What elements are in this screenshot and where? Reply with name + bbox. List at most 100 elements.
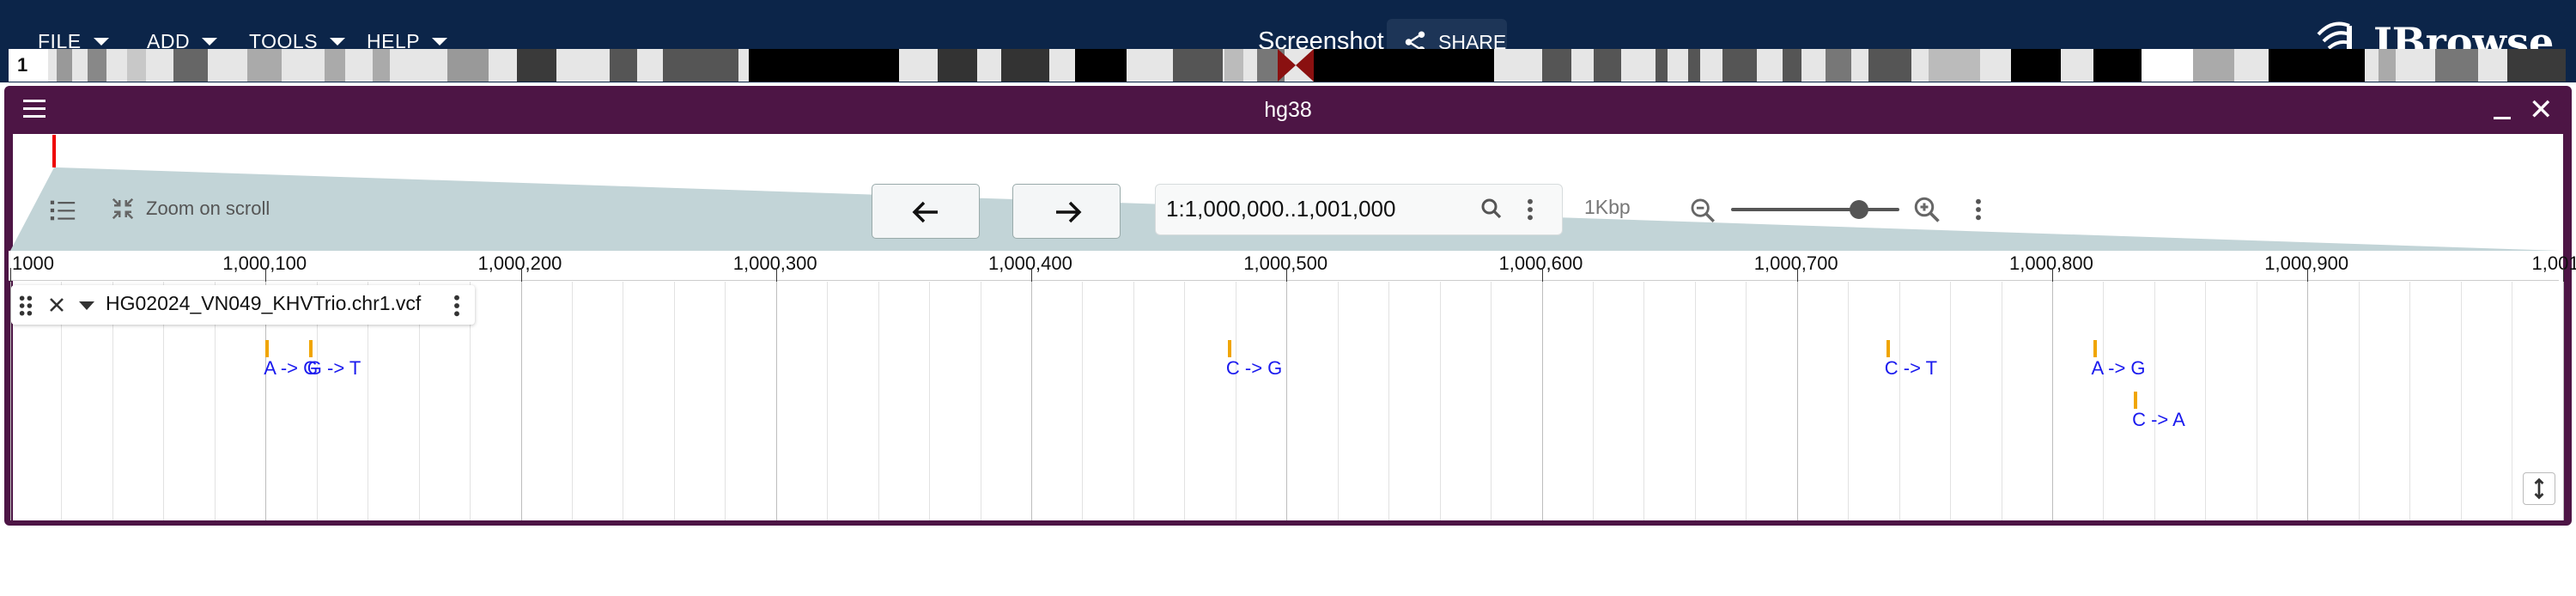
ruler-tick — [265, 268, 267, 282]
gridline — [1899, 282, 1900, 520]
variant-marker[interactable] — [265, 340, 270, 357]
chevron-down-icon — [202, 37, 218, 46]
zoom-slider-track[interactable] — [1731, 208, 1899, 211]
ruler-tick — [1796, 268, 1798, 282]
gridline — [2205, 282, 2207, 520]
chromosome-label: 1 — [9, 49, 48, 82]
gridline — [1491, 282, 1492, 520]
gridline — [1541, 282, 1543, 520]
gridline — [1592, 282, 1594, 520]
ruler-tick-label: 1,000,400 — [988, 252, 1072, 274]
variant-marker[interactable] — [308, 340, 313, 357]
centromere-icon — [1278, 49, 1314, 82]
resize-track-button[interactable] — [2523, 472, 2555, 505]
gridline — [1337, 282, 1339, 520]
gridline — [1286, 282, 1288, 520]
gridline — [1184, 282, 1186, 520]
gridline — [1439, 282, 1441, 520]
chevron-down-icon — [93, 37, 109, 46]
close-view-icon[interactable]: ✕ — [2529, 93, 2554, 127]
gridline — [2307, 282, 2309, 520]
gridline — [1796, 282, 1798, 520]
zoom-slider-thumb[interactable] — [1849, 200, 1868, 219]
view-header: hg38 ✕ — [4, 86, 2572, 134]
variant-label: C -> A — [2132, 409, 2185, 430]
resize-vertical-icon — [2534, 477, 2544, 500]
bp-per-px-label: 1Kbp — [1584, 196, 1631, 218]
scroll-left-button[interactable] — [872, 184, 980, 239]
view-menu-icon[interactable] — [23, 100, 46, 123]
ruler-tick — [2052, 268, 2053, 282]
visible-region-marker — [52, 135, 56, 167]
zoom-in-icon[interactable] — [1911, 194, 1942, 225]
ruler-tick-label: 1000 — [12, 252, 54, 274]
view-options-icon[interactable] — [1970, 196, 1987, 223]
more-vert-icon[interactable] — [1522, 196, 1539, 223]
track-menu-icon[interactable] — [448, 292, 465, 319]
gridline — [520, 282, 522, 520]
variant-marker[interactable] — [2134, 392, 2138, 409]
ruler-tick — [2307, 268, 2309, 282]
gridline — [571, 282, 573, 520]
gridline — [2562, 282, 2564, 520]
zoom-on-scroll-toggle[interactable]: Zoom on scroll — [110, 196, 270, 222]
gridline — [1082, 282, 1084, 520]
variant-marker[interactable] — [1886, 340, 1890, 357]
variant-label: C -> T — [1884, 357, 1938, 379]
close-track-icon[interactable] — [46, 295, 67, 315]
gridline — [2154, 282, 2155, 520]
gridline — [878, 282, 879, 520]
gridline — [1950, 282, 1952, 520]
gridline — [2358, 282, 2360, 520]
assembly-title: hg38 — [1264, 98, 1312, 122]
variant-marker[interactable] — [1227, 340, 1231, 357]
ruler-tick — [1031, 268, 1032, 282]
gridline — [1746, 282, 1747, 520]
gridline — [1643, 282, 1645, 520]
ruler-tick-label: 1,001 — [2531, 252, 2576, 274]
variant-label: A -> G — [2091, 357, 2146, 379]
zoom-out-icon[interactable] — [1688, 196, 1717, 225]
ruler-tick — [775, 268, 777, 282]
variant-marker[interactable] — [2093, 340, 2097, 357]
gridline — [1388, 282, 1390, 520]
ruler-tick-label: 1,000,600 — [1498, 252, 1583, 274]
gridline — [2103, 282, 2105, 520]
gridline — [673, 282, 675, 520]
variant-label: C -> G — [1225, 357, 1283, 379]
ruler-tick-label: 1,000,100 — [222, 252, 307, 274]
track-selector-icon[interactable] — [48, 196, 77, 225]
arrow-right-icon — [1056, 201, 1082, 223]
drag-handle-icon[interactable] — [17, 294, 34, 318]
ruler-tick — [10, 268, 11, 282]
chromosome-ideogram[interactable] — [48, 49, 2566, 82]
chevron-down-icon[interactable] — [77, 300, 96, 312]
ruler-tick — [2562, 268, 2564, 282]
ruler-tick-label: 1,000,500 — [1243, 252, 1328, 274]
chevron-down-icon — [330, 37, 346, 46]
ruler-tick-label: 1,000,200 — [477, 252, 562, 274]
ruler-tick — [520, 268, 522, 282]
compress-arrows-icon — [112, 198, 134, 220]
gridline — [1133, 282, 1134, 520]
gridline — [775, 282, 777, 520]
gridline — [1031, 282, 1032, 520]
zoom-on-scroll-label: Zoom on scroll — [146, 198, 270, 219]
track-name: HG02024_VN049_KHVTrio.chr1.vcf — [106, 292, 422, 314]
ruler-tick-label: 1,000,700 — [1753, 252, 1838, 274]
gridline — [929, 282, 931, 520]
variant-label: G -> T — [307, 357, 361, 379]
gridline — [725, 282, 726, 520]
ruler-tick-label: 1,000,300 — [732, 252, 817, 274]
scroll-right-button[interactable] — [1012, 184, 1121, 239]
gridline — [1694, 282, 1696, 520]
ruler-tick — [1286, 268, 1288, 282]
minimize-icon[interactable] — [2494, 117, 2511, 119]
gridline — [2409, 282, 2411, 520]
ruler-tick-label: 1,000,800 — [2009, 252, 2093, 274]
search-icon[interactable] — [1479, 196, 1504, 222]
location-input[interactable]: 1:1,000,000..1,001,000 — [1166, 196, 1395, 222]
ruler-tick — [1541, 268, 1543, 282]
ruler-tick-label: 1,000,900 — [2264, 252, 2349, 274]
arrow-left-icon — [912, 201, 938, 223]
